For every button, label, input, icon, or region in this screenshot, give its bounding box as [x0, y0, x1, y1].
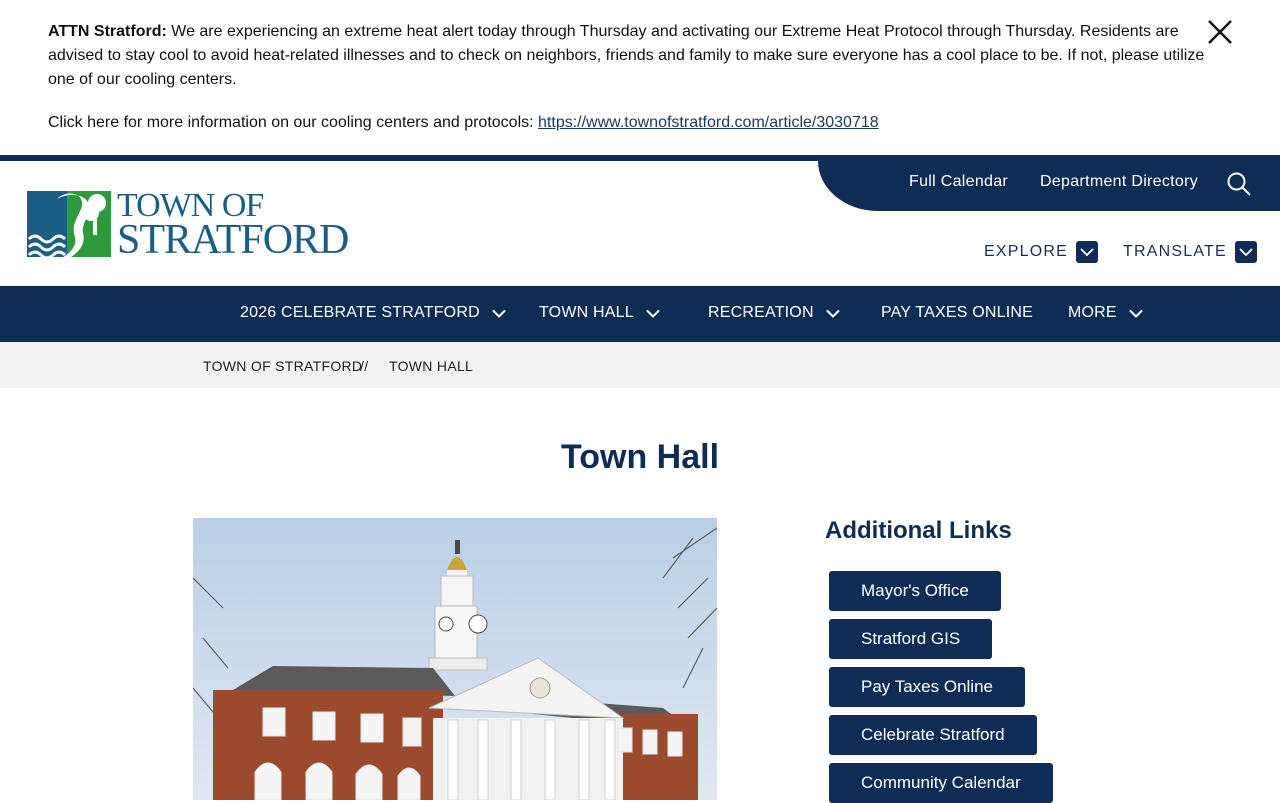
chevron-down-icon — [826, 309, 840, 318]
logo-wordmark: TOWN OF STRATFORD — [117, 189, 349, 263]
nav-item-town-hall[interactable]: TOWN HALL — [539, 304, 660, 322]
department-directory-link[interactable]: Department Directory — [1040, 173, 1198, 191]
alert-banner: ATTN Stratford: We are experiencing an e… — [0, 0, 1280, 155]
full-calendar-link[interactable]: Full Calendar — [909, 173, 1008, 191]
celebrate-stratford-button[interactable]: Celebrate Stratford — [829, 715, 1037, 755]
page-title: Town Hall — [560, 438, 720, 476]
logo-line2: STRATFORD — [117, 217, 349, 263]
alert-link[interactable]: https://www.townofstratford.com/article/… — [538, 114, 879, 131]
close-icon[interactable] — [1204, 16, 1236, 48]
mayors-office-button[interactable]: Mayor's Office — [829, 571, 1001, 611]
nav-item-label: MORE — [1068, 304, 1117, 321]
additional-links-heading: Additional Links — [825, 517, 1012, 544]
alert-message: ATTN Stratford: We are experiencing an e… — [48, 20, 1218, 92]
chevron-down-icon — [1076, 241, 1098, 263]
town-logo[interactable]: TOWN OF STRATFORD — [27, 189, 357, 261]
alert-link-line: Click here for more information on our c… — [48, 111, 879, 135]
utility-bar: Full Calendar Department Directory — [818, 161, 1280, 211]
nav-item-recreation[interactable]: RECREATION — [708, 304, 840, 322]
main-nav: 2026 CELEBRATE STRATFORD TOWN HALL RECRE… — [0, 286, 1280, 342]
pay-taxes-online-button[interactable]: Pay Taxes Online — [829, 667, 1025, 707]
breadcrumb-home[interactable]: TOWN OF STRATFORD — [203, 358, 362, 374]
alert-body: We are experiencing an extreme heat aler… — [48, 23, 1205, 88]
breadcrumb-current[interactable]: TOWN HALL — [389, 358, 473, 374]
nav-item-celebrate-stratford[interactable]: 2026 CELEBRATE STRATFORD — [240, 304, 506, 322]
nav-item-label: RECREATION — [708, 304, 814, 321]
translate-label: TRANSLATE — [1123, 243, 1227, 260]
chevron-down-icon — [1234, 241, 1257, 263]
town-hall-photo — [193, 518, 717, 800]
alert-link-prefix: Click here for more information on our c… — [48, 114, 534, 131]
translate-menu[interactable]: TRANSLATE — [1123, 241, 1257, 263]
nav-item-label: 2026 CELEBRATE STRATFORD — [240, 304, 480, 321]
community-calendar-button[interactable]: Community Calendar — [829, 763, 1053, 803]
search-icon[interactable] — [1226, 171, 1252, 197]
breadcrumb-separator: // — [360, 358, 369, 374]
nav-item-pay-taxes-online[interactable]: PAY TAXES ONLINE — [881, 304, 1033, 322]
nav-item-more[interactable]: MORE — [1068, 304, 1143, 322]
chevron-down-icon — [1129, 309, 1143, 318]
breadcrumb: TOWN OF STRATFORD // TOWN HALL — [0, 342, 1280, 388]
nav-item-label: TOWN HALL — [539, 304, 634, 321]
stratford-gis-button[interactable]: Stratford GIS — [829, 619, 993, 659]
explore-menu[interactable]: EXPLORE — [984, 241, 1098, 263]
nav-item-label: PAY TAXES ONLINE — [881, 304, 1033, 321]
chevron-down-icon — [646, 309, 660, 318]
logo-emblem-icon — [27, 191, 111, 259]
alert-label: ATTN Stratford: — [48, 23, 167, 40]
chevron-down-icon — [492, 309, 506, 318]
site-header: TOWN OF STRATFORD Full Calendar Departme… — [0, 155, 1280, 286]
explore-label: EXPLORE — [984, 243, 1068, 260]
